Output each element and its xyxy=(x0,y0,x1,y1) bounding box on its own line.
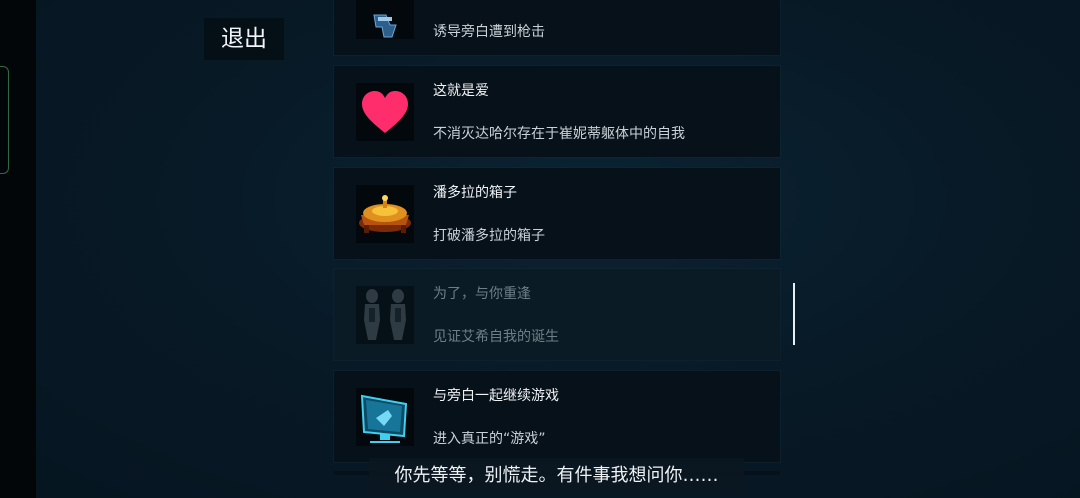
achievement-description: 见证艾希自我的诞生 xyxy=(433,329,559,345)
dialogue-subtitle: 你先等等，别慌走。有件事我想问你…… xyxy=(369,458,744,494)
achievement-card[interactable]: 潘多拉的箱子 打破潘多拉的箱子 xyxy=(334,168,780,259)
exit-button[interactable]: 退出 xyxy=(204,18,284,60)
achievement-description: 诱导旁白遭到枪击 xyxy=(433,24,545,40)
gun-icon xyxy=(356,0,414,39)
achievement-card[interactable]: 与旁白一起继续游戏 进入真正的“游戏” xyxy=(334,371,780,462)
pandora-box-icon xyxy=(356,185,414,243)
achievement-description: 进入真正的“游戏” xyxy=(433,431,546,447)
achievement-card-locked[interactable]: 为了，与你重逢 见证艾希自我的诞生 xyxy=(334,269,780,360)
achievement-title: 与旁白一起继续游戏 xyxy=(433,388,559,404)
achievement-card[interactable]: 这就是爱 不消灭达哈尔存在于崔妮蒂躯体中的自我 xyxy=(334,66,780,157)
achievement-title: 为了，与你重逢 xyxy=(433,286,531,302)
heart-icon xyxy=(356,83,414,141)
achievement-description: 打破潘多拉的箱子 xyxy=(433,228,545,244)
twin-figures-icon xyxy=(356,286,414,344)
monitor-icon xyxy=(356,388,414,446)
achievement-title: 这就是爱 xyxy=(433,83,489,99)
achievement-card[interactable]: 诱导旁白遭到枪击 xyxy=(334,0,780,55)
achievement-description: 不消灭达哈尔存在于崔妮蒂躯体中的自我 xyxy=(433,126,685,142)
edge-drawer-handle[interactable] xyxy=(0,66,9,174)
list-scrollbar[interactable] xyxy=(793,283,795,345)
achievement-title: 潘多拉的箱子 xyxy=(433,185,517,201)
achievements-screen: 退出 诱导旁白遭到枪击 这就是爱 不消灭达哈尔存在于崔妮蒂躯体中的自我 潘多拉的… xyxy=(0,0,1080,498)
